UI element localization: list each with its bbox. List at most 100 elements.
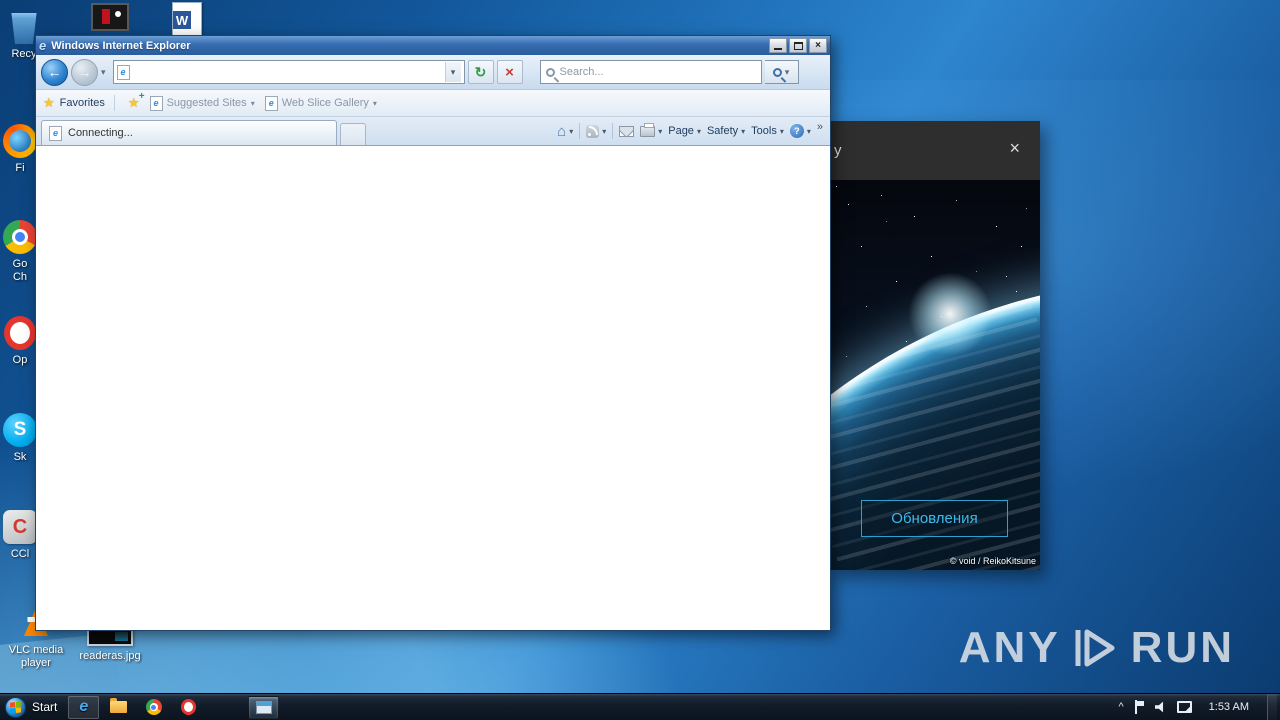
home-icon: ⌂ xyxy=(557,122,567,140)
page-icon: e xyxy=(264,95,278,111)
feeds-button[interactable]: ▾ xyxy=(586,124,607,138)
ie-command-bar: ⌂ ▾ ▾ ▾ Page ▾ Safety ▾ Tools ▾ ? ▾ » xyxy=(557,121,825,139)
page-icon: e xyxy=(149,95,163,111)
ie-titlebar[interactable]: e Windows Internet Explorer × xyxy=(36,36,830,55)
favorite-suggested-sites[interactable]: e Suggested Sites ▾ xyxy=(149,95,255,111)
search-provider-dropdown[interactable]: ▾ xyxy=(785,67,790,78)
chevron-down-icon: ▾ xyxy=(658,126,663,136)
minimize-button[interactable] xyxy=(769,38,787,53)
stop-button[interactable]: × xyxy=(496,60,523,84)
taskbar-button-active-window[interactable] xyxy=(248,695,280,719)
search-box[interactable] xyxy=(539,60,762,84)
chevron-down-icon: ▾ xyxy=(602,126,607,136)
divider xyxy=(612,123,614,139)
help-icon: ? xyxy=(789,124,804,138)
taskbar-button-explorer[interactable] xyxy=(103,696,134,719)
ie-window: e Windows Internet Explorer × ← → ▾ e ▾ … xyxy=(35,35,831,631)
window-title: Windows Internet Explorer xyxy=(51,39,191,52)
action-center-flag-icon[interactable] xyxy=(1134,700,1145,714)
page-menu[interactable]: Page ▾ xyxy=(668,125,701,137)
word-document-icon: W xyxy=(172,2,202,36)
chevron-down-icon: ▾ xyxy=(250,98,255,108)
restore-button[interactable] xyxy=(789,38,807,53)
add-favorite-button[interactable]: ★ + xyxy=(128,91,145,111)
volume-icon[interactable] xyxy=(1154,701,1164,713)
opera-icon xyxy=(4,316,36,350)
search-input[interactable] xyxy=(559,66,756,78)
mail-icon xyxy=(619,125,635,137)
updater-titlebar[interactable]: y × xyxy=(830,121,1040,180)
system-tray: ^ 1:53 AM xyxy=(1118,694,1280,720)
windows-orb-icon xyxy=(5,696,26,718)
chevron-down-icon: ▾ xyxy=(741,126,746,136)
network-icon[interactable] xyxy=(1176,701,1192,713)
back-button[interactable]: ← xyxy=(41,58,68,86)
desktop-icon-installer[interactable] xyxy=(78,3,142,35)
favorite-web-slice-gallery[interactable]: e Web Slice Gallery ▾ xyxy=(264,95,377,111)
close-button[interactable]: × xyxy=(809,38,827,53)
updater-title-fragment: y xyxy=(834,142,842,159)
read-mail-button[interactable] xyxy=(619,125,635,137)
address-dropdown[interactable]: ▾ xyxy=(444,62,461,82)
new-tab-button[interactable] xyxy=(340,123,366,145)
stop-icon: × xyxy=(505,63,514,81)
tools-menu[interactable]: Tools ▾ xyxy=(751,125,784,137)
search-icon xyxy=(772,67,782,77)
start-label: Start xyxy=(32,700,58,714)
ie-icon: e xyxy=(39,38,47,53)
safety-menu[interactable]: Safety ▾ xyxy=(707,125,745,137)
skype-icon: S xyxy=(3,413,37,447)
ie-tab-bar: e Connecting... ⌂ ▾ ▾ ▾ Page ▾ Safety ▾ … xyxy=(36,117,830,146)
show-hidden-icons-chevron[interactable]: ^ xyxy=(1118,701,1123,713)
watermark-text-right: RUN xyxy=(1130,623,1235,672)
page-icon: e xyxy=(49,125,62,141)
minimize-icon xyxy=(774,48,782,50)
updater-space-artwork: Обновления © void / ReikoKitsune xyxy=(830,180,1040,570)
window-controls: × xyxy=(769,38,827,53)
restore-icon xyxy=(793,41,803,50)
taskbar-clock[interactable]: 1:53 AM xyxy=(1209,701,1249,713)
taskbar-button-ie[interactable]: e xyxy=(68,695,100,719)
updates-button[interactable]: Обновления xyxy=(861,500,1008,537)
start-button[interactable]: Start xyxy=(0,694,66,720)
artwork-credit: © void / ReikoKitsune xyxy=(949,556,1036,566)
address-bar[interactable]: e ▾ xyxy=(112,60,465,84)
chevron-down-icon: ▾ xyxy=(779,126,784,136)
help-menu[interactable]: ? ▾ xyxy=(789,124,811,138)
tab-connecting[interactable]: e Connecting... xyxy=(41,120,337,145)
forward-button[interactable]: → xyxy=(71,58,98,86)
firefox-icon xyxy=(3,124,37,158)
home-button[interactable]: ⌂ ▾ xyxy=(557,124,573,139)
address-input[interactable] xyxy=(133,63,441,81)
chevron-down-icon: ▾ xyxy=(696,126,701,136)
screen: Recy W Fi Go Ch Op S Sk C CCl VLC media … xyxy=(0,0,1280,720)
opera-icon xyxy=(181,699,197,715)
chevron-down-icon: ▾ xyxy=(806,126,811,136)
taskbar-button-opera[interactable] xyxy=(173,696,204,719)
printer-icon xyxy=(640,122,656,137)
search-go-button[interactable]: ▾ xyxy=(764,60,799,84)
divider xyxy=(113,95,115,111)
taskbar: Start e ^ 1:53 AM xyxy=(0,693,1280,720)
ie-navigation-bar: ← → ▾ e ▾ ↻ × ▾ xyxy=(36,55,830,90)
show-desktop-button[interactable] xyxy=(1267,694,1277,720)
ccleaner-icon: C xyxy=(3,510,37,544)
ie-icon: e xyxy=(79,698,89,715)
favorites-label: Favorites xyxy=(59,97,105,109)
starfield xyxy=(836,186,837,187)
refresh-button[interactable]: ↻ xyxy=(467,60,494,84)
favorites-star-icon: ★ xyxy=(43,95,55,110)
toolbar-overflow-chevron[interactable]: » xyxy=(817,121,823,133)
ie-page-content xyxy=(36,146,830,630)
favorites-button[interactable]: ★ Favorites xyxy=(43,95,105,111)
tab-label: Connecting... xyxy=(68,127,133,139)
taskbar-button-chrome[interactable] xyxy=(138,696,169,719)
close-icon[interactable]: × xyxy=(1009,139,1020,157)
recent-pages-dropdown[interactable]: ▾ xyxy=(101,67,106,78)
folder-icon xyxy=(110,698,128,713)
print-button[interactable]: ▾ xyxy=(640,122,663,137)
chevron-down-icon: ▾ xyxy=(372,98,377,108)
watermark-text-left: ANY xyxy=(958,623,1061,672)
desktop-icon-label: Recy xyxy=(11,48,37,60)
updater-window: y × Обновления © void / ReikoKitsune xyxy=(830,121,1040,570)
